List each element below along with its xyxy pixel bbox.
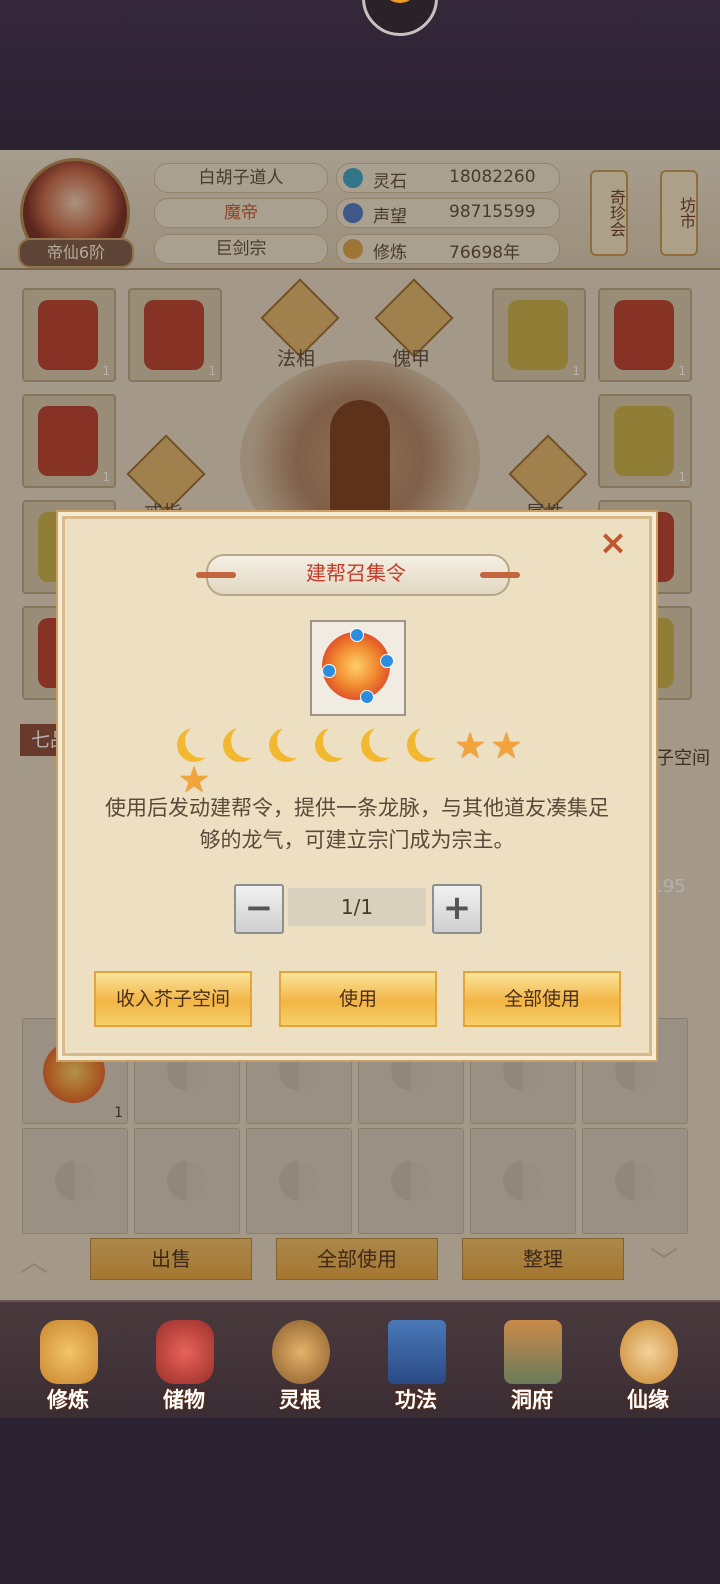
decrease-button[interactable]: −: [234, 884, 284, 934]
gem-icon: [360, 690, 374, 704]
increase-button[interactable]: +: [432, 884, 482, 934]
moon-rating-icon: [415, 724, 449, 758]
nav-storage[interactable]: 储物: [134, 1306, 234, 1416]
nav-cave[interactable]: 洞府: [482, 1306, 582, 1416]
immortal-fate-icon: [620, 1320, 678, 1384]
moon-rating-icon: [185, 724, 219, 758]
nav-immortal-fate[interactable]: 仙缘: [598, 1306, 698, 1416]
top-background: [0, 0, 720, 150]
cultivation-icon: [40, 1320, 98, 1384]
storage-bag-icon: [156, 1320, 214, 1384]
quantity-field[interactable]: 1/1: [288, 888, 426, 926]
technique-book-icon: [388, 1320, 446, 1384]
moon-rating-icon: [277, 724, 311, 758]
spirit-root-icon: [272, 1320, 330, 1384]
bottom-background: [0, 1418, 720, 1584]
dialog-title: 建帮召集令: [306, 561, 406, 585]
gem-icon: [350, 628, 364, 642]
gem-icon: [380, 654, 394, 668]
gem-icon: [322, 664, 336, 678]
cave-mansion-icon: [504, 1320, 562, 1384]
star-rating-icon: ★: [490, 726, 523, 767]
moon-rating-icon: [369, 724, 403, 758]
nav-spirit-root[interactable]: 灵根: [250, 1306, 350, 1416]
star-rating-icon: ★: [454, 726, 487, 767]
store-button[interactable]: 收入芥子空间: [94, 971, 252, 1027]
use-button[interactable]: 使用: [279, 971, 437, 1027]
item-grade-rating: ★ ★★: [176, 724, 536, 799]
moon-rating-icon: [231, 724, 265, 758]
moon-rating-icon: [323, 724, 357, 758]
nav-cultivation[interactable]: 修炼: [18, 1306, 118, 1416]
item-description: 使用后发动建帮令，提供一条龙脉，与其他道友凑集足够的龙气，可建立宗门成为宗主。: [105, 796, 609, 852]
use-all-button[interactable]: 全部使用: [463, 971, 621, 1027]
close-icon[interactable]: ×: [598, 526, 628, 560]
nav-technique[interactable]: 功法: [366, 1306, 466, 1416]
